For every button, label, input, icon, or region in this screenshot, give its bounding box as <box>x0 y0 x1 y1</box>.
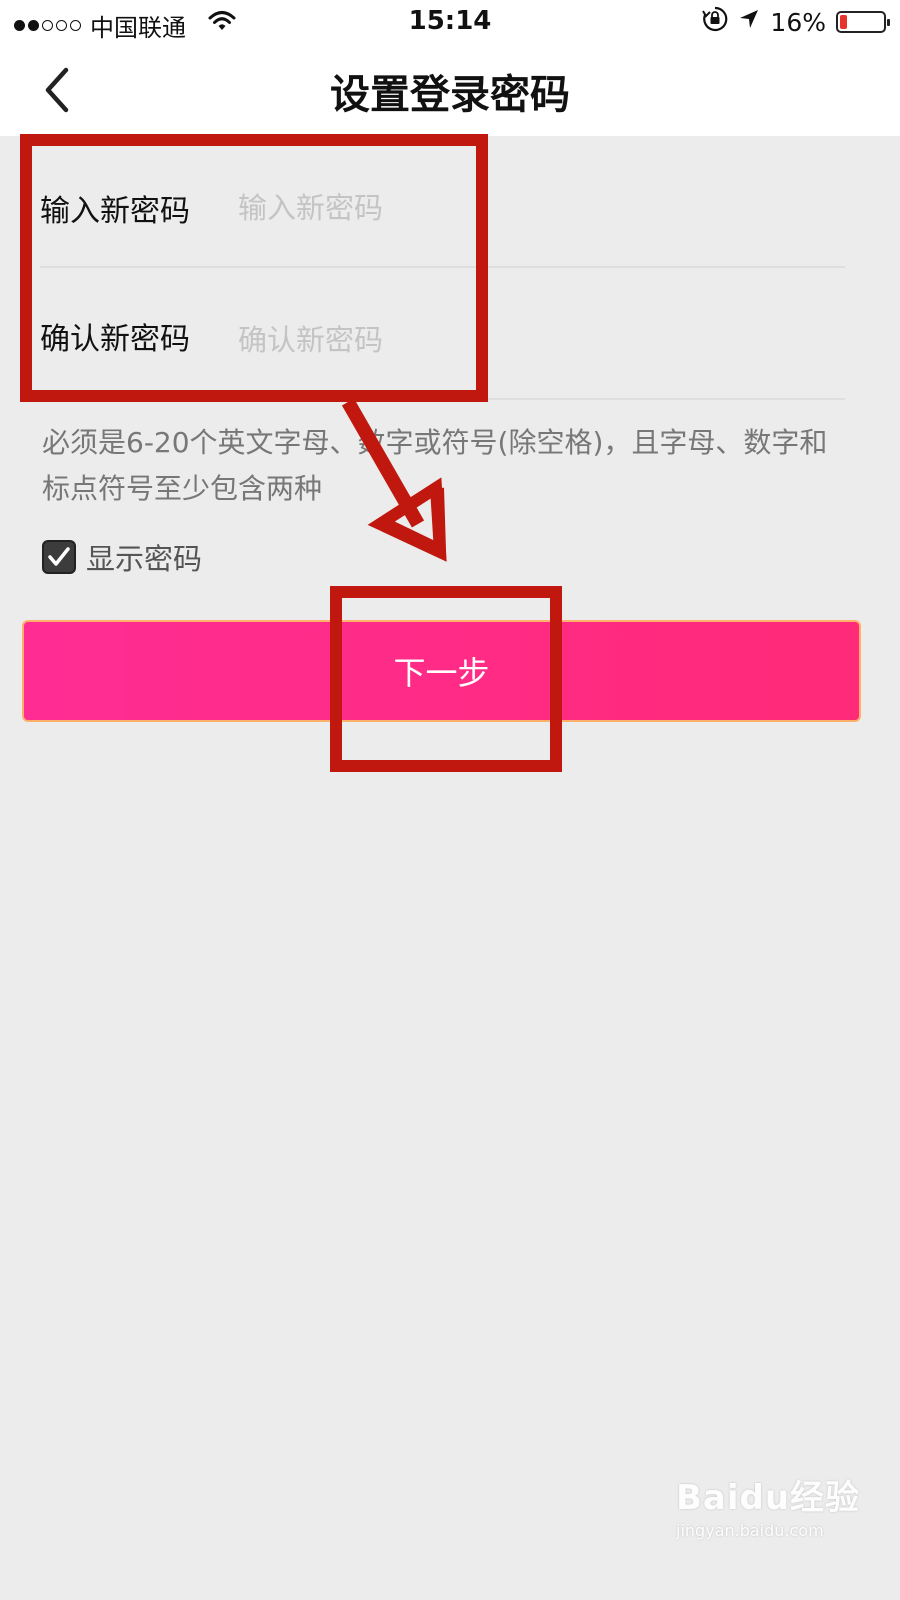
rotation-lock-icon <box>702 6 728 38</box>
annotation-box-next-button <box>330 586 562 772</box>
checkbox[interactable] <box>42 540 76 574</box>
page-title: 设置登录密码 <box>330 72 570 118</box>
password-rule-hint: 必须是6-20个英文字母、数字或符号(除空格)，且字母、数字和标点符号至少包含两… <box>42 426 828 505</box>
battery-icon <box>836 11 890 33</box>
checkmark-icon <box>48 547 70 566</box>
watermark-url: jingyan.baidu.com <box>676 1521 824 1540</box>
annotation-box-password-fields <box>20 134 488 402</box>
battery-level <box>840 15 847 29</box>
baidu-watermark: Baidu经验 jingyan.baidu.com <box>676 1470 860 1540</box>
show-password-toggle[interactable]: 显示密码 <box>42 536 202 578</box>
location-arrow-icon <box>738 8 760 36</box>
battery-percent: 16% <box>770 7 826 37</box>
show-password-label: 显示密码 <box>86 542 203 576</box>
status-bar: 中国联通 15:14 16% <box>0 0 900 44</box>
watermark-brand: Baidu经验 <box>676 1478 861 1518</box>
navigation-bar: 设置登录密码 <box>0 44 900 136</box>
